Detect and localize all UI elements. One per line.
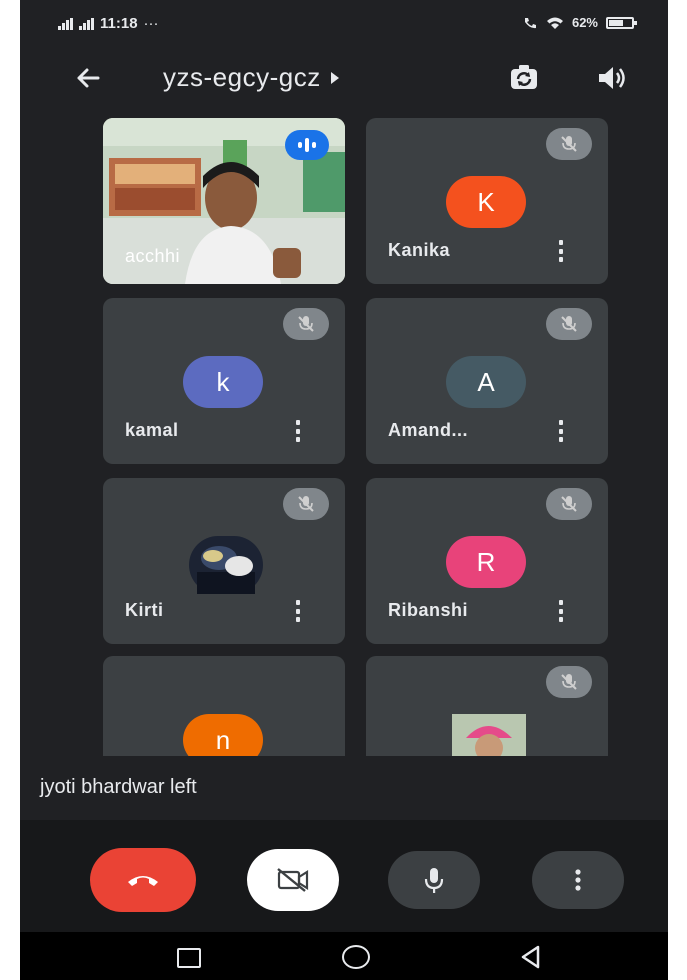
call-status-icon (524, 17, 536, 28)
nav-back-icon[interactable] (518, 944, 544, 970)
more-options-button[interactable] (532, 851, 624, 909)
meeting-details-button[interactable]: yzs-egcy-gcz (163, 62, 339, 93)
mic-off-icon (546, 488, 592, 520)
more-options-icon[interactable] (556, 420, 566, 442)
battery-fill (609, 19, 623, 26)
end-call-button[interactable] (90, 848, 196, 912)
video-off-icon (277, 868, 309, 892)
mic-off-icon (283, 308, 329, 340)
wifi-icon (546, 17, 563, 29)
status-time: 11:18 (100, 15, 138, 32)
participant-avatar: K (446, 176, 526, 228)
participant-name: kamal (125, 420, 179, 440)
participant-tile[interactable]: K Kanika (366, 118, 608, 284)
participant-photo-avatar (189, 536, 263, 594)
participant-avatar: n (183, 714, 263, 756)
top-app-bar: yzs-egcy-gcz (20, 46, 668, 110)
more-options-icon[interactable] (293, 600, 303, 622)
back-arrow-icon[interactable] (70, 60, 106, 96)
speaking-indicator (285, 130, 329, 160)
switch-camera-icon[interactable] (506, 60, 542, 96)
battery-percent: 62% (571, 15, 598, 30)
status-bar: 11:18 ··· 62% (20, 0, 668, 46)
mic-off-icon (283, 488, 329, 520)
participant-name: Kanika (388, 240, 451, 260)
chevron-right-icon (330, 71, 339, 84)
status-right: 62% (522, 15, 637, 30)
participant-name: acchhi (125, 246, 181, 266)
status-left: 11:18 ··· (58, 15, 159, 32)
call-controls (20, 820, 668, 932)
participant-tile[interactable]: n (103, 656, 345, 756)
mic-off-icon (546, 308, 592, 340)
more-options-icon[interactable] (293, 420, 303, 442)
participant-name: Ribanshi (388, 600, 469, 620)
participant-avatar: A (446, 356, 526, 408)
system-nav-bar (20, 932, 668, 980)
battery-icon (606, 16, 637, 29)
mic-off-icon (546, 128, 592, 160)
mic-off-icon (546, 666, 592, 698)
more-vert-icon (575, 869, 581, 891)
hang-up-icon (128, 876, 158, 886)
notification-toast: jyoti bhardwar left (20, 756, 668, 820)
meet-call-screen: 11:18 ··· 62% yzs-egcy-gcz acchhi K Kani… (20, 0, 668, 980)
participant-photo-avatar (452, 714, 526, 756)
recents-icon[interactable] (177, 948, 201, 968)
participant-tile[interactable]: k kamal (103, 298, 345, 464)
participant-tile[interactable] (366, 656, 608, 756)
signal-icon (58, 17, 73, 30)
home-icon[interactable] (342, 945, 370, 969)
speaker-icon[interactable] (595, 62, 629, 94)
signal-icon-2 (79, 17, 94, 30)
participant-tile[interactable]: Kirti (103, 478, 345, 644)
status-extra-icons: ··· (143, 15, 159, 32)
toast-message: jyoti bhardwar left (40, 776, 197, 798)
participant-tile[interactable]: R Ribanshi (366, 478, 608, 644)
participant-tile-video[interactable]: acchhi (103, 118, 345, 284)
participant-tile[interactable]: A Amand... (366, 298, 608, 464)
participant-avatar: R (446, 536, 526, 588)
mic-toggle-button[interactable] (388, 851, 480, 909)
participant-grid: acchhi K Kanika k kamal A Amand... Kirti… (20, 110, 668, 756)
more-options-icon[interactable] (556, 600, 566, 622)
meeting-code: yzs-egcy-gcz (163, 62, 321, 92)
participant-name: Amand... (388, 420, 469, 440)
camera-toggle-button[interactable] (247, 849, 339, 911)
more-options-icon[interactable] (556, 240, 566, 262)
participant-avatar: k (183, 356, 263, 408)
participant-name: Kirti (125, 600, 164, 620)
mic-icon (424, 868, 444, 893)
